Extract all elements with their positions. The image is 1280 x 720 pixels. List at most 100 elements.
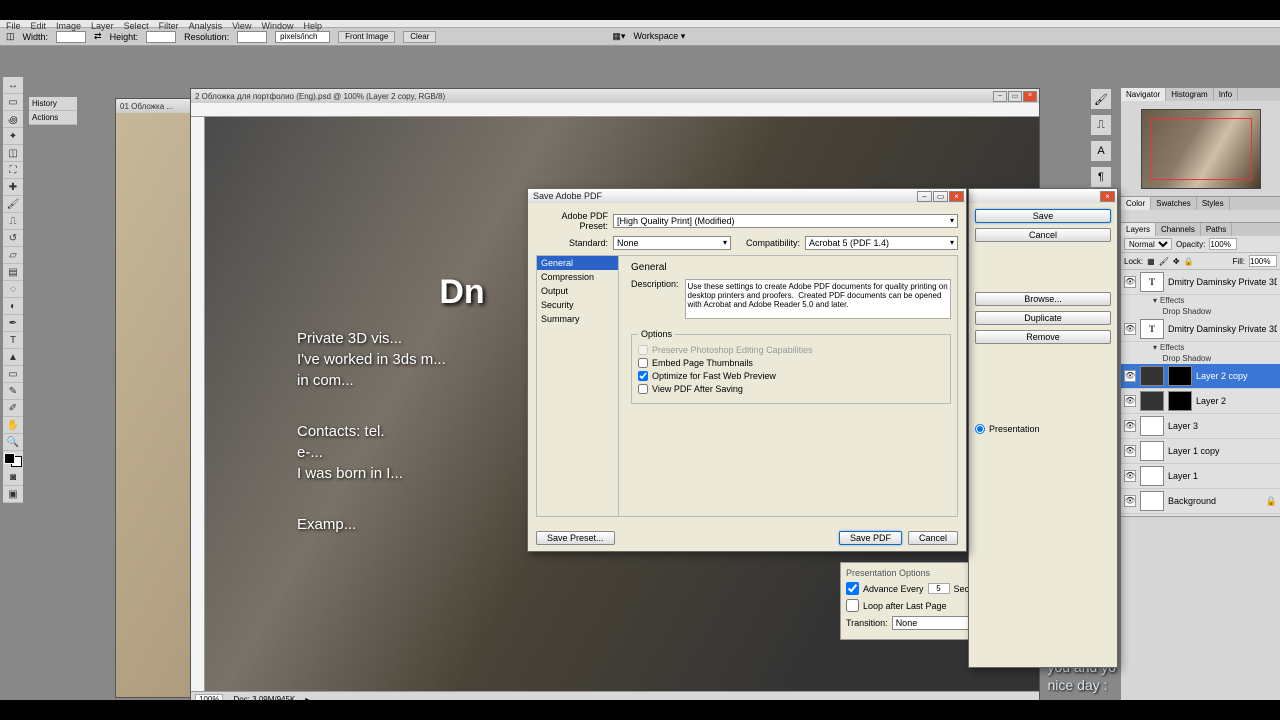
go-to-bridge-icon[interactable]: ▦▾ [612,31,625,42]
history-tab[interactable]: History [29,97,77,111]
character-panel-icon[interactable]: A [1090,140,1112,162]
resolution-unit-select[interactable]: pixels/inch [275,31,330,43]
width-field[interactable] [56,31,86,43]
description-textarea[interactable]: Use these settings to create Adobe PDF d… [685,279,951,319]
presentation-radio[interactable] [975,424,985,434]
hand-tool-icon[interactable]: ✋ [3,417,23,434]
visibility-icon[interactable]: 👁 [1124,395,1136,407]
visibility-icon[interactable]: 👁 [1124,420,1136,432]
gradient-tool-icon[interactable]: ▤ [3,264,23,281]
minimize-icon[interactable]: – [917,191,932,202]
optimize-web-checkbox[interactable] [638,371,648,381]
slice-tool-icon[interactable]: ⛶ [3,162,23,179]
layers-tab[interactable]: Layers [1121,223,1156,236]
advance-seconds-field[interactable] [928,583,950,594]
layer-row[interactable]: 👁Layer 1 copy [1121,439,1280,464]
paths-tab[interactable]: Paths [1201,223,1232,236]
paragraph-panel-icon[interactable]: ¶ [1090,166,1112,188]
resolution-field[interactable] [237,31,267,43]
layer-row[interactable]: 👁Background 🔒 [1121,489,1280,514]
save-button[interactable]: Save [975,209,1111,223]
quickmask-icon[interactable]: ◙ [3,469,23,486]
duplicate-button[interactable]: Duplicate [975,311,1111,325]
cat-security[interactable]: Security [537,298,618,312]
loop-checkbox[interactable] [846,599,859,612]
save-preset-button[interactable]: Save Preset... [536,531,615,545]
maximize-icon[interactable]: ▭ [1008,91,1022,102]
color-swatches[interactable] [4,453,22,467]
cat-summary[interactable]: Summary [537,312,618,326]
menu-help[interactable]: Help [303,21,322,26]
menu-select[interactable]: Select [124,21,149,26]
wand-tool-icon[interactable]: ✦ [3,128,23,145]
visibility-icon[interactable]: 👁 [1124,445,1136,457]
layer-row[interactable]: 👁Layer 1 [1121,464,1280,489]
preset-select[interactable]: [High Quality Print] (Modified) [613,214,958,228]
clear-button[interactable]: Clear [403,31,436,43]
lasso-tool-icon[interactable]: ꩜ [3,111,23,128]
histogram-tab[interactable]: Histogram [1166,88,1213,101]
cancel-button[interactable]: Cancel [908,531,958,545]
history-brush-icon[interactable]: ↺ [3,230,23,247]
layer-fx-row[interactable]: ▾ Effects [1121,342,1280,353]
menu-filter[interactable]: Filter [159,21,179,26]
path-select-icon[interactable]: ▲ [3,349,23,366]
advance-every-checkbox[interactable] [846,582,859,595]
layer-row[interactable]: 👁Layer 2 [1121,389,1280,414]
swap-icon[interactable]: ⇄ [94,31,102,42]
maximize-icon[interactable]: ▭ [933,191,948,202]
layer-row[interactable]: 👁TDmitry Daminsky Private 3D ... [1121,317,1280,342]
marquee-tool-icon[interactable]: ▭ [3,94,23,111]
workspace-menu[interactable]: Workspace ▾ [633,31,685,42]
shape-tool-icon[interactable]: ▭ [3,366,23,383]
front-image-button[interactable]: Front Image [338,31,395,43]
layer-fx-row[interactable]: Drop Shadow [1121,306,1280,317]
stamp-tool-icon[interactable]: ⎍ [3,213,23,230]
navigator-tab[interactable]: Navigator [1121,88,1166,101]
actions-tab[interactable]: Actions [29,111,77,125]
blur-tool-icon[interactable]: ◌ [3,281,23,298]
menu-analysis[interactable]: Analysis [189,21,223,26]
info-tab[interactable]: Info [1214,88,1238,101]
color-panel-collapsed[interactable]: ColorSwatchesStyles [1121,197,1280,223]
clone-panel-icon[interactable]: ⎍ [1090,114,1112,136]
height-field[interactable] [146,31,176,43]
visibility-icon[interactable]: 👁 [1124,470,1136,482]
channels-tab[interactable]: Channels [1156,223,1201,236]
visibility-icon[interactable]: 👁 [1124,323,1136,335]
layer-row[interactable]: 👁Layer 2 copy [1121,364,1280,389]
screenmode-icon[interactable]: ▣ [3,486,23,503]
view-after-saving-checkbox[interactable] [638,384,648,394]
cancel-button[interactable]: Cancel [975,228,1111,242]
compat-select[interactable]: Acrobat 5 (PDF 1.4) [805,236,958,250]
menu-edit[interactable]: Edit [31,21,47,26]
save-pdf-button[interactable]: Save PDF [839,531,902,545]
opacity-field[interactable] [1209,238,1237,250]
menu-image[interactable]: Image [56,21,81,26]
cat-output[interactable]: Output [537,284,618,298]
menu-layer[interactable]: Layer [91,21,114,26]
layer-fx-row[interactable]: ▾ Effects [1121,295,1280,306]
move-tool-icon[interactable]: ↔ [3,77,23,94]
close-icon[interactable]: × [1100,191,1115,202]
embed-thumbnails-checkbox[interactable] [638,358,648,368]
brushes-panel-icon[interactable]: 🖌 [1090,88,1112,110]
notes-tool-icon[interactable]: ✎ [3,383,23,400]
remove-button[interactable]: Remove [975,330,1111,344]
menu-window[interactable]: Window [261,21,293,26]
menu-view[interactable]: View [232,21,251,26]
close-icon[interactable]: × [1023,91,1037,102]
eyedropper-icon[interactable]: ✐ [3,400,23,417]
browse-button[interactable]: Browse... [975,292,1111,306]
close-icon[interactable]: × [949,191,964,202]
pen-tool-icon[interactable]: ✒ [3,315,23,332]
layer-row[interactable]: 👁Layer 3 [1121,414,1280,439]
standard-select[interactable]: None [613,236,731,250]
lock-transparency-icon[interactable]: ▦ [1147,257,1155,266]
visibility-icon[interactable]: 👁 [1124,370,1136,382]
navigator-thumbnail[interactable] [1121,101,1280,196]
blend-mode-select[interactable]: Normal [1124,238,1172,250]
lock-position-icon[interactable]: ✥ [1173,257,1180,266]
layer-row[interactable]: 👁TDmitry Daminsky Private 3D ... [1121,270,1280,295]
lock-all-icon[interactable]: 🔒 [1184,257,1194,266]
